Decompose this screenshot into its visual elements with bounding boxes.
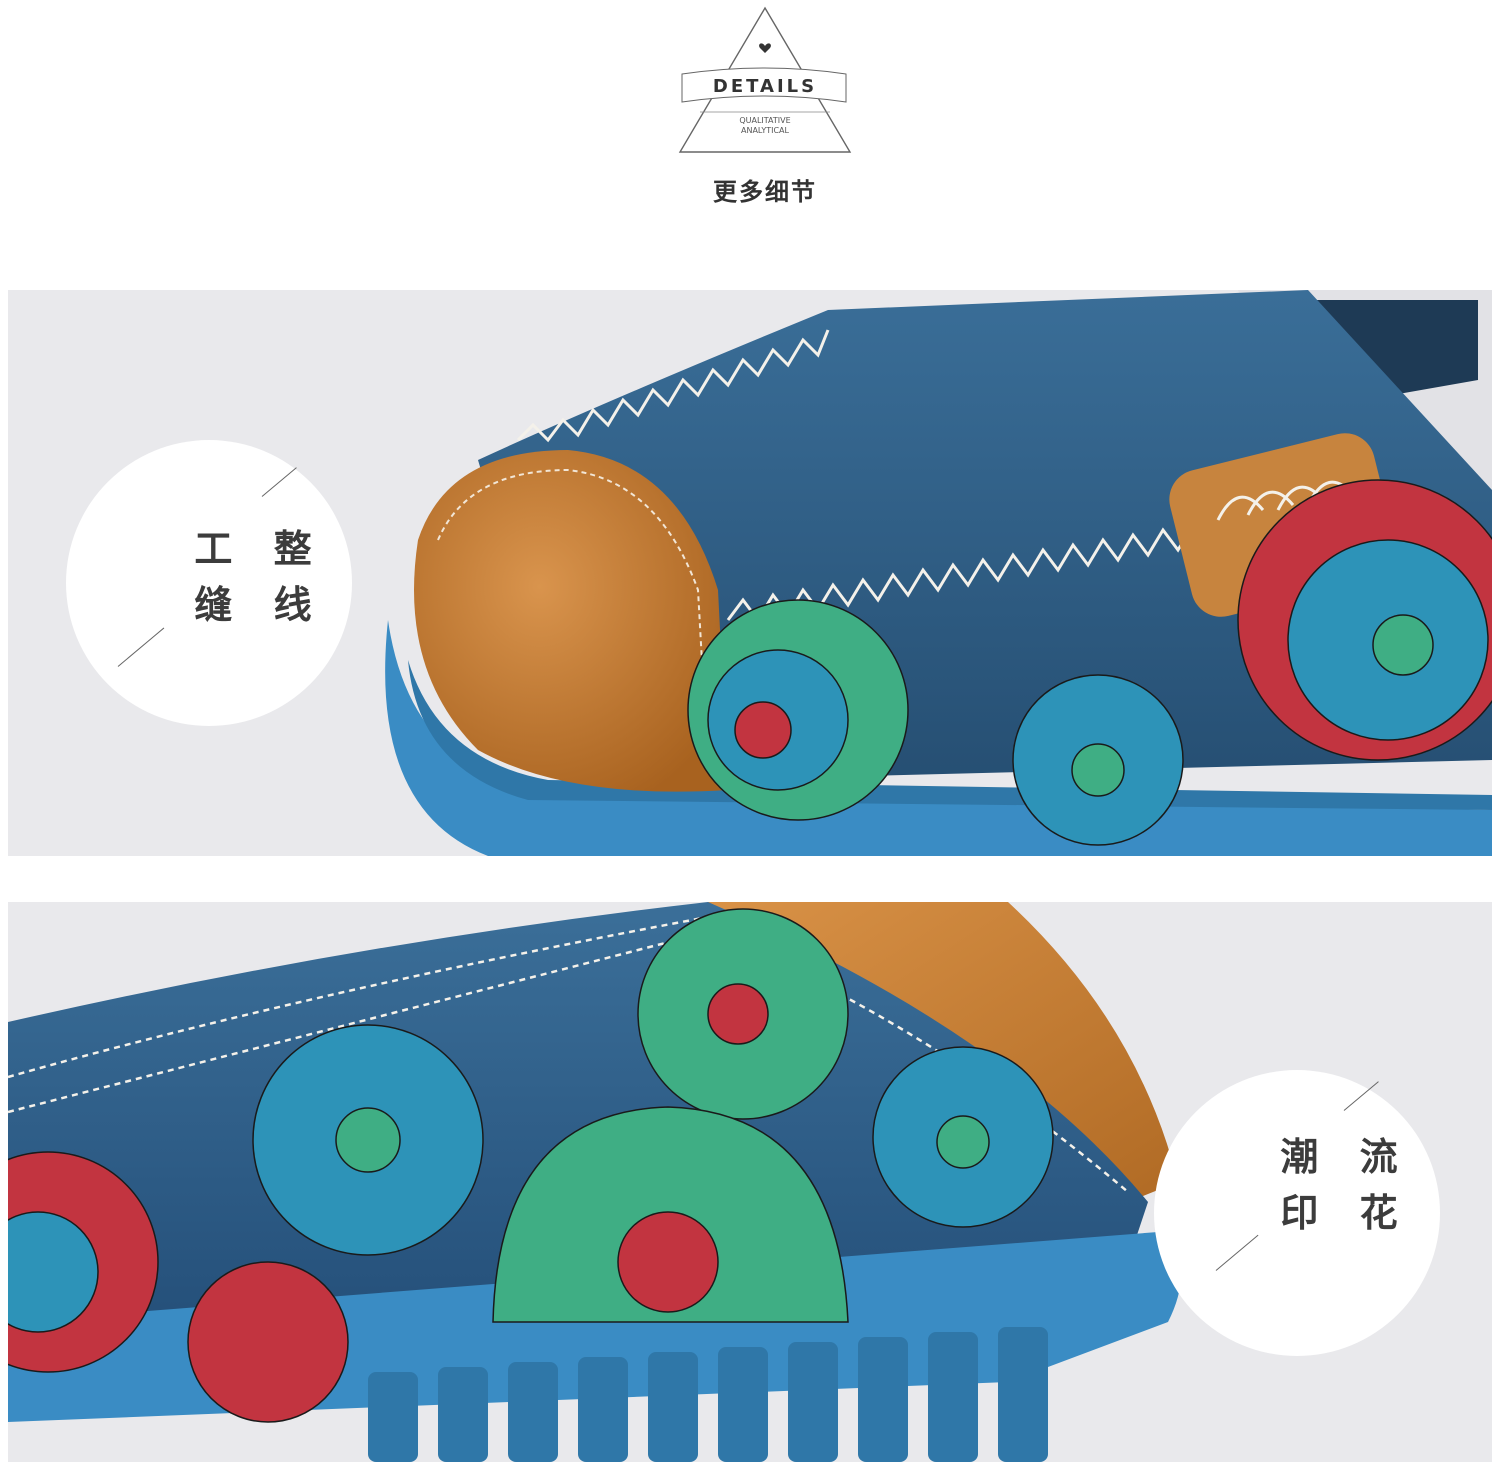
callout-slash-bottom	[117, 627, 165, 667]
stitching-callout-line-1: 工 整	[194, 527, 326, 571]
details-caption: 更多细节	[713, 178, 817, 206]
callout-slash-top	[1343, 1081, 1379, 1111]
badge-title: DETAILS	[712, 76, 818, 97]
print-callout: 潮 流 印 花	[1154, 1070, 1440, 1356]
stitching-callout: 工 整 缝 线	[66, 440, 352, 726]
callout-slash-bottom	[1215, 1234, 1259, 1271]
stitching-detail-panel: 工 整 缝 线	[8, 290, 1492, 856]
heart-icon	[759, 43, 771, 53]
badge-subtitle-1: QUALITATIVE	[739, 116, 791, 125]
print-callout-line-1: 潮 流	[1280, 1135, 1412, 1179]
callout-slash-top	[261, 467, 297, 497]
print-callout-line-2: 印 花	[1280, 1191, 1412, 1235]
badge-subtitle: QUALITATIVE ANALYTICAL	[690, 116, 840, 136]
badge-subtitle-2: ANALYTICAL	[741, 126, 789, 135]
details-header: DETAILS QUALITATIVE ANALYTICAL 更多细节	[0, 0, 1500, 260]
print-detail-panel: 潮 流 印 花	[8, 902, 1492, 1462]
stitching-callout-line-2: 缝 线	[194, 583, 326, 627]
